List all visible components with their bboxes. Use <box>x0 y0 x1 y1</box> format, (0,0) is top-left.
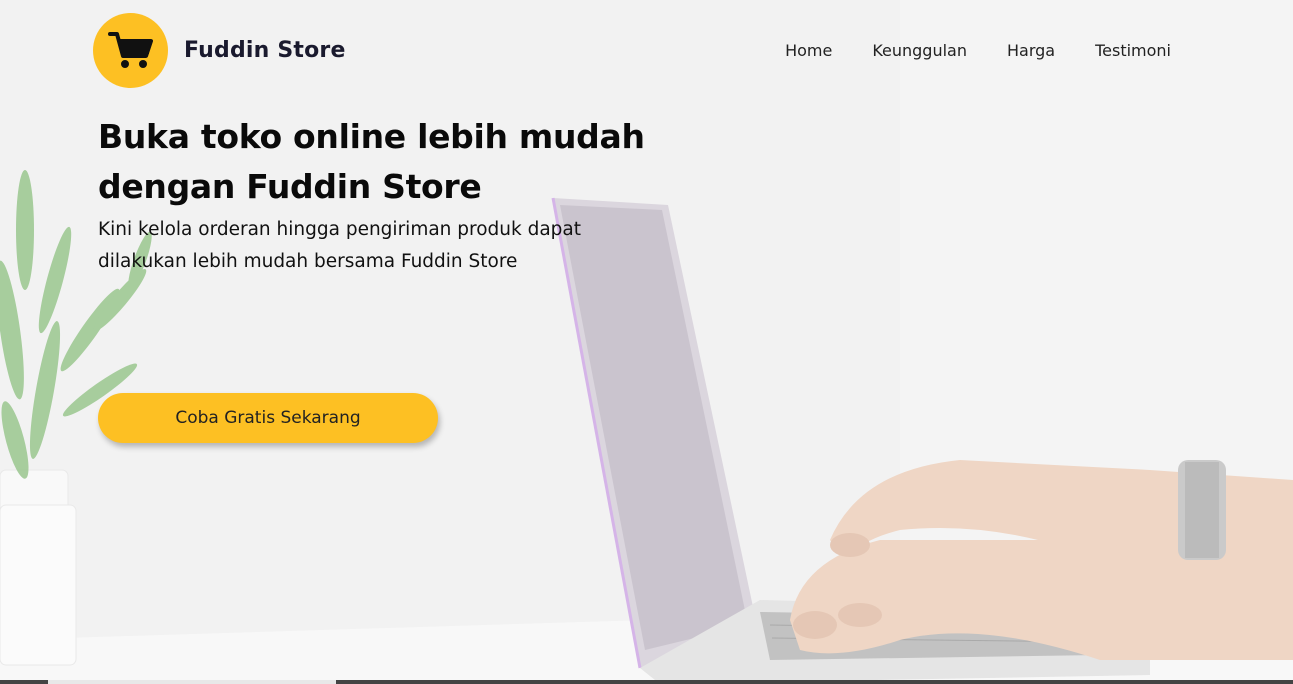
hero-content: Buka toko online lebih mudah dengan Fudd… <box>98 112 698 278</box>
hero-subtitle-line1: Kini kelola orderan hingga pengiriman pr… <box>98 219 582 240</box>
scrollbar-thumb[interactable] <box>48 680 336 684</box>
shopping-cart-icon <box>93 12 168 88</box>
try-free-button[interactable]: Coba Gratis Sekarang <box>98 393 438 443</box>
laptop-photo-illustration <box>0 0 1293 684</box>
nav-link-keunggulan[interactable]: Keunggulan <box>852 41 987 60</box>
hero-subtitle: Kini kelola orderan hingga pengiriman pr… <box>98 214 658 278</box>
hero-background-image <box>0 0 1293 684</box>
nav-links: Home Keunggulan Harga Testimoni <box>765 41 1171 60</box>
nav-link-harga[interactable]: Harga <box>987 41 1075 60</box>
hero-title: Buka toko online lebih mudah dengan Fudd… <box>98 112 698 212</box>
nav-link-home[interactable]: Home <box>765 41 852 60</box>
brand-name: Fuddin Store <box>184 37 346 63</box>
navbar: Fuddin Store Home Keunggulan Harga Testi… <box>93 12 1183 88</box>
horizontal-scrollbar[interactable] <box>0 680 1293 684</box>
hero-title-line1: Buka toko online lebih mudah <box>98 117 645 156</box>
nav-link-testimoni[interactable]: Testimoni <box>1075 41 1171 60</box>
hero-subtitle-line2: dilakukan lebih mudah bersama Fuddin Sto… <box>98 251 518 272</box>
brand[interactable]: Fuddin Store <box>93 12 346 88</box>
hero-title-line2: dengan Fuddin Store <box>98 167 482 206</box>
